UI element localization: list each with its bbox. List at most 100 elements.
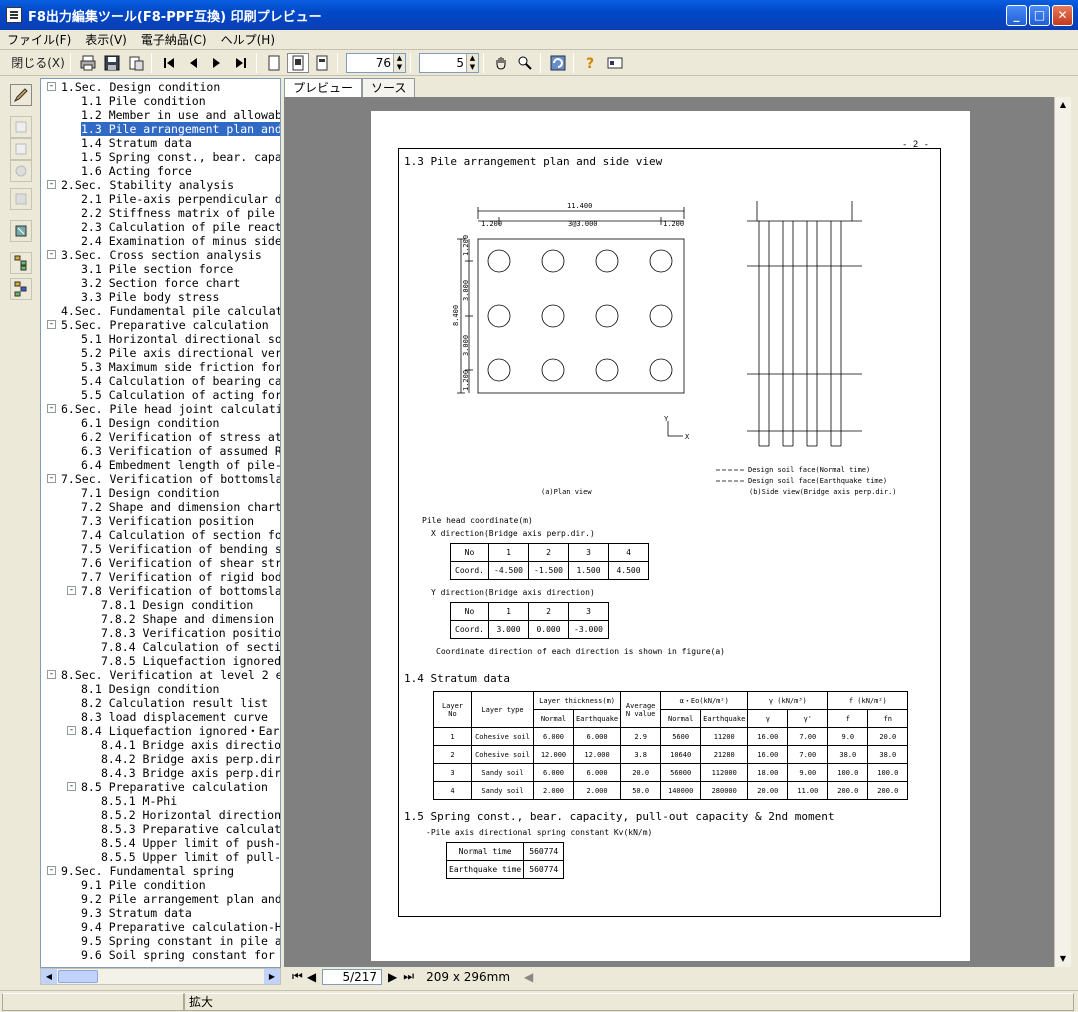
tree-horizontal-scrollbar[interactable]: ◀ ▶	[40, 968, 281, 985]
tree-expander-icon[interactable]: -	[47, 180, 56, 189]
first-page-icon[interactable]	[158, 53, 180, 73]
tree-item[interactable]: 2.Sec. Stability analysis	[61, 178, 234, 192]
contents-tree[interactable]: -1.Sec. Design condition 1.1 Pile conditi…	[40, 78, 281, 968]
page-width-icon[interactable]	[287, 52, 309, 73]
tree-expander-icon[interactable]: -	[47, 320, 56, 329]
tree-item[interactable]: 7.8.2 Shape and dimension char	[101, 612, 280, 626]
tree-expander-icon[interactable]: -	[47, 404, 56, 413]
tree-item[interactable]: 2.4 Examination of minus side fric	[81, 234, 280, 248]
tree-item[interactable]: 1.2 Member in use and allowable s	[81, 108, 280, 122]
tree-item[interactable]: 6.1 Design condition	[81, 416, 219, 430]
zoom-spinner-arrows[interactable]: ▲ ▼	[393, 53, 405, 72]
tree-item[interactable]: 1.5 Spring const., bear. capacity	[81, 150, 280, 164]
tree-item[interactable]: 9.4 Preparative calculation-Horizo	[81, 920, 280, 934]
tree-item[interactable]: 2.2 Stiffness matrix of pile found	[81, 206, 280, 220]
tree-item[interactable]: 3.1 Pile section force	[81, 262, 233, 276]
tree-expander-icon[interactable]: -	[47, 82, 56, 91]
pager-last-icon[interactable]: ⏭	[403, 969, 414, 984]
tree-item[interactable]: 8.5.2 Horizontal directional so	[101, 808, 280, 822]
tree-item-selected[interactable]: 1.3 Pile arrangement plan and side	[81, 122, 280, 136]
close-window-button[interactable]: ✕	[1052, 5, 1073, 26]
last-page-icon[interactable]	[230, 53, 252, 73]
pages-spinner[interactable]: 5 ▲ ▼	[419, 52, 479, 73]
tree-item[interactable]: 5.1 Horizontal directional soil re	[81, 332, 280, 346]
tree-item[interactable]: 7.Sec. Verification of bottomslab on	[61, 472, 280, 486]
page-indicator[interactable]: 5/217	[322, 968, 383, 985]
scroll-up-icon[interactable]: ▲	[1055, 97, 1071, 113]
pager-scroll-left-icon[interactable]: ◀	[524, 970, 533, 984]
full-page-icon[interactable]	[311, 53, 333, 73]
print-icon[interactable]	[77, 53, 99, 73]
tree-item[interactable]: 7.3 Verification position	[81, 514, 254, 528]
tree-item[interactable]: 7.8.1 Design condition	[101, 598, 253, 612]
pen-icon[interactable]	[10, 84, 32, 106]
tools-icon-2[interactable]	[10, 188, 32, 210]
scroll-right-icon[interactable]: ▶	[264, 969, 280, 984]
tree-item[interactable]: 7.7 Verification of rigid body	[81, 570, 280, 584]
info-icon[interactable]	[604, 53, 626, 73]
tree-item[interactable]: 8.5.5 Upper limit of pull-out	[101, 850, 280, 864]
tree-item[interactable]: 9.1 Pile condition	[81, 878, 206, 892]
paint-icon[interactable]	[10, 220, 32, 242]
menu-help[interactable]: ヘルプ(H)	[214, 31, 282, 48]
minimize-button[interactable]: _	[1006, 5, 1027, 26]
tree-item[interactable]: 7.2 Shape and dimension chart	[81, 500, 280, 514]
tree-scroll-thumb[interactable]	[58, 970, 98, 983]
prev-page-icon[interactable]	[182, 53, 204, 73]
tree-icon-2[interactable]	[10, 278, 32, 300]
tree-item[interactable]: 7.8.4 Calculation of section fo	[101, 640, 280, 654]
tree-item[interactable]: 5.5 Calculation of acting force	[81, 388, 280, 402]
tree-expander-icon[interactable]: -	[67, 782, 76, 791]
menu-file[interactable]: ファイル(F)	[0, 31, 78, 48]
tree-item[interactable]: 4.Sec. Fundamental pile calculation r	[61, 304, 280, 318]
tree-expander-icon[interactable]: -	[47, 670, 56, 679]
tree-expander-icon[interactable]: -	[67, 586, 76, 595]
next-page-icon[interactable]	[206, 53, 228, 73]
tree-item[interactable]: 9.Sec. Fundamental spring	[61, 864, 234, 878]
tree-item[interactable]: 7.6 Verification of shear stress	[81, 556, 280, 570]
tree-item[interactable]: 9.2 Pile arrangement plan and side	[81, 892, 280, 906]
tree-item[interactable]: 7.1 Design condition	[81, 486, 219, 500]
tree-item[interactable]: 1.1 Pile condition	[81, 94, 206, 108]
tab-preview[interactable]: プレビュー	[284, 78, 363, 97]
pager-first-icon[interactable]: ⏮	[292, 969, 303, 984]
doc-icon-2[interactable]	[10, 138, 32, 160]
tree-item[interactable]: 6.4 Embedment length of pile-head	[81, 458, 280, 472]
maximize-button[interactable]: □	[1029, 5, 1050, 26]
pager-prev-icon[interactable]: ◀	[307, 970, 316, 984]
tree-item[interactable]: 8.5.3 Preparative calculation-H	[101, 822, 280, 836]
tree-item[interactable]: 1.4 Stratum data	[81, 136, 192, 150]
tree-item[interactable]: 5.2 Pile axis directional vertical	[81, 346, 280, 360]
tree-item[interactable]: 9.5 Spring constant in pile axis-p	[81, 934, 280, 948]
tree-item[interactable]: 6.2 Verification of stress at join	[81, 430, 280, 444]
tree-expander-icon[interactable]: -	[47, 250, 56, 259]
tree-item[interactable]: 3.2 Section force chart	[81, 276, 240, 290]
tree-item[interactable]: 5.4 Calculation of bearing capacit	[81, 374, 280, 388]
tree-item[interactable]: 2.1 Pile-axis perpendicular direc	[81, 192, 280, 206]
menu-view[interactable]: 表示(V)	[78, 31, 134, 48]
tree-item[interactable]: 6.Sec. Pile head joint calculation	[61, 402, 280, 416]
tree-item[interactable]: 8.4.1 Bridge axis direction (	[101, 738, 280, 752]
tree-item[interactable]: 9.3 Stratum data	[81, 906, 192, 920]
refresh-icon[interactable]	[547, 53, 569, 73]
tree-item[interactable]: 8.5.1 M-Phi	[101, 794, 177, 808]
tree-item[interactable]: 7.8 Verification of bottomslab	[81, 584, 280, 598]
tree-item[interactable]: 3.Sec. Cross section analysis	[61, 248, 262, 262]
tree-item[interactable]: 7.5 Verification of bending stress	[81, 542, 280, 556]
tools-icon-1[interactable]	[10, 160, 32, 182]
help-icon[interactable]: ?	[580, 53, 602, 73]
save-icon[interactable]	[101, 53, 123, 73]
zoom-spinner[interactable]: 76 ▲ ▼	[346, 52, 406, 73]
pages-spinner-arrows[interactable]: ▲ ▼	[466, 53, 478, 72]
pager-next-icon[interactable]: ▶	[388, 970, 397, 984]
tree-item[interactable]: 1.Sec. Design condition	[61, 80, 220, 94]
tree-item[interactable]: 3.3 Pile body stress	[81, 290, 219, 304]
tree-item[interactable]: 8.4.2 Bridge axis perp.dir. (	[101, 752, 280, 766]
tree-expander-icon[interactable]: -	[47, 866, 56, 875]
doc-icon-1[interactable]	[10, 116, 32, 138]
tree-item[interactable]: 7.8.5 Liquefaction ignored・Ea	[101, 654, 280, 668]
tree-item[interactable]: 7.4 Calculation of section force	[81, 528, 280, 542]
tree-item[interactable]: 8.3 load displacement curve	[81, 710, 268, 724]
menu-e-delivery[interactable]: 電子納品(C)	[134, 31, 214, 48]
scroll-left-icon[interactable]: ◀	[41, 969, 57, 984]
